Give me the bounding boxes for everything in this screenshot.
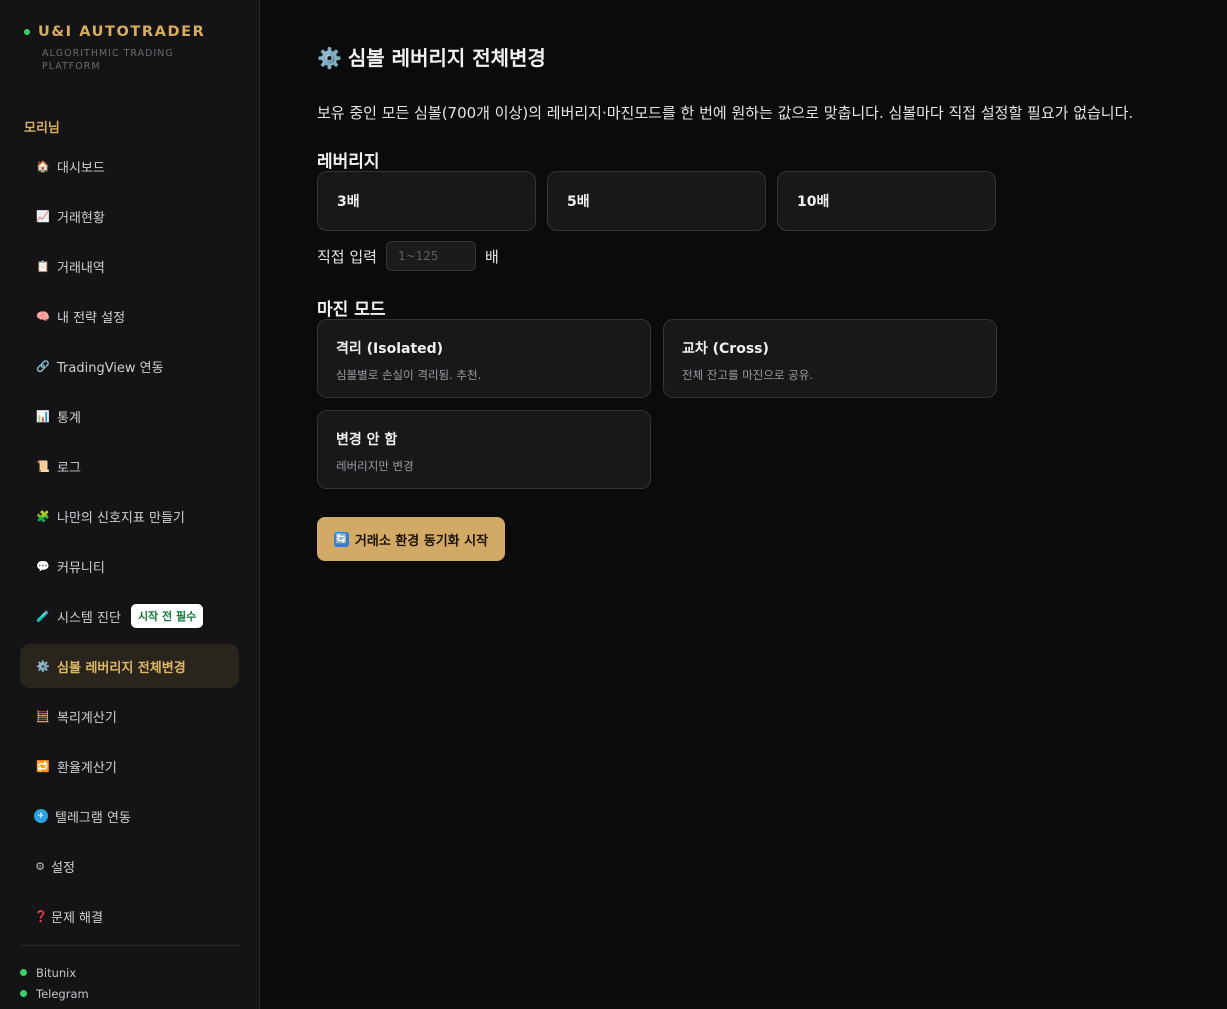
scroll-icon: 📜 bbox=[36, 459, 50, 473]
brain-icon: 🧠 bbox=[36, 309, 50, 323]
brand-subtitle: ALGORITHMIC TRADING PLATFORM bbox=[42, 48, 174, 72]
sidebar-item-logs[interactable]: 📜 로그 bbox=[20, 444, 239, 488]
required-badge: 시작 전 필수 bbox=[130, 604, 204, 628]
sidebar-item-label: 로그 bbox=[57, 460, 81, 476]
brand-title: U&I AUTOTRADER bbox=[38, 24, 206, 40]
bar-chart-icon: 📊 bbox=[36, 409, 50, 423]
settings-icon: ⚙ bbox=[35, 859, 45, 873]
sidebar-item-label: 시스템 진단 bbox=[57, 610, 121, 626]
page-title-text: 심볼 레버리지 전체변경 bbox=[347, 46, 546, 70]
link-icon: 🔗 bbox=[36, 359, 50, 373]
sidebar-item-dashboard[interactable]: 🏠 대시보드 bbox=[20, 144, 239, 188]
start-sync-label: 거래소 환경 동기화 시작 bbox=[354, 533, 489, 549]
sidebar-item-label: 심볼 레버리지 전체변경 bbox=[57, 660, 186, 676]
leverage-option-10x[interactable]: 10배 bbox=[777, 171, 996, 231]
sidebar-item-label: 문제 해결 bbox=[51, 910, 103, 926]
leverage-option-5x[interactable]: 5배 bbox=[547, 171, 766, 231]
margin-option-title: 격리 (Isolated) bbox=[336, 341, 444, 357]
chart-up-icon: 📈 bbox=[36, 209, 50, 223]
sidebar-item-label: 대시보드 bbox=[57, 160, 105, 176]
home-icon: 🏠 bbox=[36, 159, 50, 173]
custom-leverage-input[interactable] bbox=[385, 241, 476, 271]
sidebar-item-label: 텔레그램 연동 bbox=[55, 810, 131, 826]
sidebar-item-strategy[interactable]: 🧠 내 전략 설정 bbox=[20, 294, 239, 338]
gear-icon: ⚙️ bbox=[317, 46, 342, 70]
sidebar-item-compound-calculator[interactable]: 🧮 복리계산기 bbox=[20, 694, 239, 738]
margin-option-title: 교차 (Cross) bbox=[682, 341, 769, 357]
chat-icon: 💬 bbox=[36, 559, 50, 573]
sidebar-item-custom-indicator[interactable]: 🧩 나만의 신호지표 만들기 bbox=[20, 494, 239, 538]
sidebar-item-tradingview[interactable]: 🔗 TradingView 연동 bbox=[20, 344, 239, 388]
sidebar-item-community[interactable]: 💬 커뮤니티 bbox=[20, 544, 239, 588]
margin-option-isolated[interactable]: 격리 (Isolated) 심볼별로 손실이 격리됨. 추천. bbox=[317, 319, 651, 398]
sidebar-item-label: TradingView 연동 bbox=[57, 360, 164, 376]
status-bitunix: Bitunix bbox=[20, 962, 89, 983]
page-title: ⚙️ 심볼 레버리지 전체변경 bbox=[317, 42, 546, 71]
status-telegram: Telegram bbox=[20, 983, 89, 1004]
sidebar-item-label: 통계 bbox=[57, 410, 81, 426]
main-content: ⚙️ 심볼 레버리지 전체변경 보유 중인 모든 심볼(700개 이상)의 레버리… bbox=[260, 0, 1227, 1009]
custom-leverage-label: 직접 입력 bbox=[317, 247, 377, 266]
gear-icon: ⚙️ bbox=[36, 659, 50, 673]
test-tube-icon: 🧪 bbox=[36, 609, 50, 623]
abacus-icon: 🧮 bbox=[36, 709, 50, 723]
margin-option-cross[interactable]: 교차 (Cross) 전체 잔고를 마진으로 공유. bbox=[663, 319, 997, 398]
margin-mode-label: 마진 모드 bbox=[317, 300, 386, 320]
start-sync-button[interactable]: 🔄 거래소 환경 동기화 시작 bbox=[317, 517, 505, 561]
sidebar-item-label: 설정 bbox=[51, 860, 75, 876]
sidebar-nav: 🏠 대시보드 📈 거래현황 📋 거래내역 🧠 내 전략 설정 🔗 Trading… bbox=[20, 144, 239, 944]
sync-icon: 🔄 bbox=[333, 531, 349, 547]
brand-status-dot bbox=[24, 29, 30, 35]
telegram-icon: ✈ bbox=[34, 809, 48, 823]
connection-status-list: Bitunix Telegram bbox=[20, 962, 89, 1004]
sidebar-item-label: 커뮤니티 bbox=[57, 560, 105, 576]
margin-option-desc: 레버리지만 변경 bbox=[336, 459, 414, 473]
page-description: 보유 중인 모든 심볼(700개 이상)의 레버리지·마진모드를 한 번에 원하… bbox=[317, 104, 1134, 122]
sidebar: U&I AUTOTRADER ALGORITHMIC TRADING PLATF… bbox=[0, 0, 260, 1009]
sidebar-item-exchange-calculator[interactable]: 🔁 환율계산기 bbox=[20, 744, 239, 788]
clipboard-icon: 📋 bbox=[36, 259, 50, 273]
sidebar-item-trade-status[interactable]: 📈 거래현황 bbox=[20, 194, 239, 238]
brand: U&I AUTOTRADER ALGORITHMIC TRADING PLATF… bbox=[24, 24, 212, 73]
sidebar-item-troubleshooting[interactable]: ❓ 문제 해결 bbox=[20, 894, 239, 938]
status-dot bbox=[20, 990, 27, 997]
sidebar-item-label: 복리계산기 bbox=[57, 710, 117, 726]
status-dot bbox=[20, 969, 27, 976]
status-label: Bitunix bbox=[36, 965, 77, 980]
status-label: Telegram bbox=[36, 986, 89, 1001]
sidebar-item-leverage-change[interactable]: ⚙️ 심볼 레버리지 전체변경 bbox=[20, 644, 239, 688]
sidebar-item-system-diagnosis[interactable]: 🧪 시스템 진단 시작 전 필수 bbox=[20, 594, 239, 638]
sidebar-item-telegram[interactable]: ✈ 텔레그램 연동 bbox=[20, 794, 239, 838]
repeat-icon: 🔁 bbox=[36, 759, 50, 773]
sidebar-divider bbox=[20, 945, 239, 946]
margin-option-desc: 전체 잔고를 마진으로 공유. bbox=[682, 368, 814, 382]
question-icon: ❓ bbox=[34, 909, 48, 923]
sidebar-item-label: 거래내역 bbox=[57, 260, 105, 276]
margin-option-desc: 심볼별로 손실이 격리됨. 추천. bbox=[336, 368, 482, 382]
puzzle-icon: 🧩 bbox=[36, 509, 50, 523]
margin-option-no-change[interactable]: 변경 안 함 레버리지만 변경 bbox=[317, 410, 651, 489]
sidebar-item-trade-history[interactable]: 📋 거래내역 bbox=[20, 244, 239, 288]
sidebar-item-label: 내 전략 설정 bbox=[57, 310, 126, 326]
sidebar-item-settings[interactable]: ⚙ 설정 bbox=[20, 844, 239, 888]
custom-leverage-row: 직접 입력 배 bbox=[317, 241, 499, 271]
sidebar-item-label: 환율계산기 bbox=[57, 760, 117, 776]
sidebar-item-statistics[interactable]: 📊 통계 bbox=[20, 394, 239, 438]
margin-option-title: 변경 안 함 bbox=[336, 432, 398, 448]
leverage-label: 레버리지 bbox=[317, 152, 380, 172]
sidebar-item-label: 거래현황 bbox=[57, 210, 105, 226]
custom-leverage-unit: 배 bbox=[484, 247, 499, 266]
leverage-option-3x[interactable]: 3배 bbox=[317, 171, 536, 231]
user-name: 모리님 bbox=[24, 121, 60, 136]
sidebar-item-label: 나만의 신호지표 만들기 bbox=[57, 510, 185, 526]
